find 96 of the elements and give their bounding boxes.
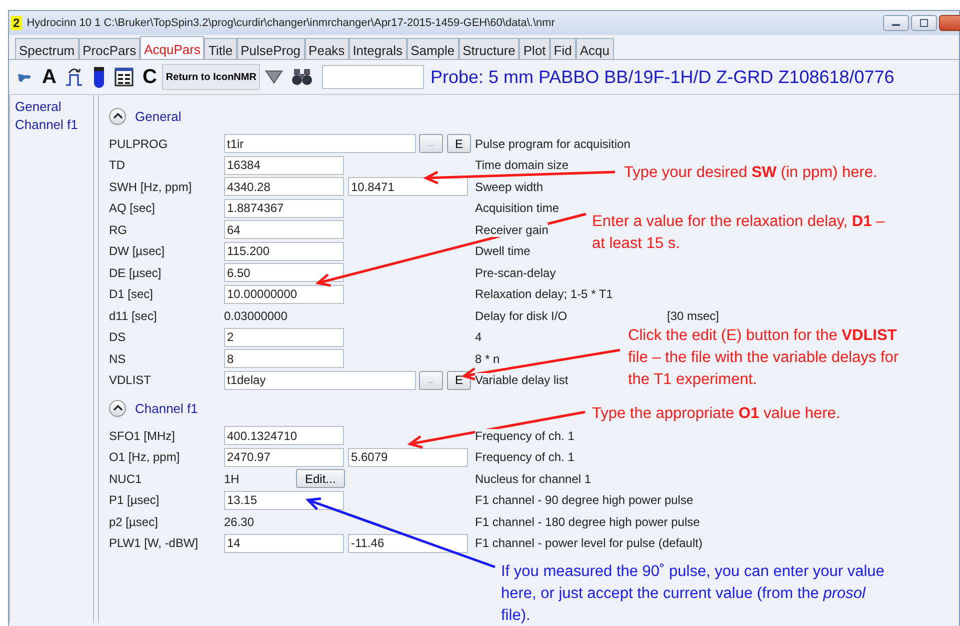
parameter-description: Pre-scan-delay — [475, 266, 556, 280]
parameter-description: Time domain size — [475, 158, 569, 172]
browse-button[interactable]: ... — [419, 134, 443, 154]
tab[interactable]: Integrals — [348, 38, 407, 59]
parameter-value: 1H — [224, 472, 240, 486]
tab[interactable]: PulseProg — [236, 38, 305, 59]
parameter-label: DW [µsec] — [109, 244, 166, 258]
value-field[interactable]: 64 — [224, 220, 344, 240]
callout-text: Type the appropriate O1 value here. — [592, 404, 840, 424]
clear-button[interactable]: C — [139, 64, 160, 90]
text-button[interactable]: A — [39, 64, 60, 90]
maximize-icon — [918, 18, 930, 28]
callout-text: If you measured the 90˚ pulse, you can enter your value here, or just accept the current value (from the prosol file). — [501, 562, 884, 626]
parameter-note: [30 msec] — [667, 308, 720, 323]
parameter-description: F1 channel - power level for pulse (default) — [475, 536, 702, 550]
value-field[interactable]: 10.00000000 — [224, 284, 344, 304]
search-field[interactable] — [322, 65, 424, 89]
value-field[interactable]: t1ir — [224, 134, 416, 154]
parameter-label: DE [µsec] — [109, 266, 162, 280]
tab[interactable]: Sample — [406, 38, 459, 59]
value-field[interactable]: 5.6079 — [348, 448, 468, 467]
section-title: Channel f1 — [135, 400, 198, 416]
parameter-label: PLW1 [W, -dBW] — [109, 536, 200, 550]
tab[interactable]: Structure — [458, 38, 520, 59]
parameter-description: Acquisition time — [475, 201, 560, 216]
edit-button[interactable]: E — [447, 370, 471, 390]
edit-button[interactable]: Edit... — [296, 469, 345, 488]
tab[interactable]: Spectrum — [15, 38, 79, 59]
parameter-label: NS — [109, 352, 127, 366]
close-button[interactable] — [939, 15, 960, 31]
parameter-description: Receiver gain — [475, 222, 548, 237]
parameter-description: Pulse program for acquisition — [475, 136, 630, 151]
parameter-label: O1 [Hz, ppm] — [109, 450, 181, 464]
callout-text: Enter a value for the relaxation delay, D1 – at least 15 s. — [592, 212, 885, 254]
value-field[interactable]: 10.8471 — [348, 177, 468, 196]
parameter-label: AQ [sec] — [109, 201, 156, 216]
tab[interactable]: Plot — [519, 38, 550, 59]
collapse-icon[interactable] — [109, 400, 126, 416]
parameter-label: SWH [Hz, ppm] — [109, 180, 193, 194]
maximize-button[interactable] — [911, 15, 937, 31]
edit-button[interactable]: E — [447, 134, 471, 154]
parameter-description: F1 channel - 90 degree high power pulse — [475, 493, 694, 508]
tab[interactable]: AcquPars — [140, 36, 204, 59]
parameter-label: D1 [sec] — [109, 287, 154, 302]
value-field[interactable]: -11.46 — [348, 534, 468, 553]
value-field[interactable]: 14 — [224, 534, 344, 553]
parameter-label: SFO1 [MHz] — [109, 428, 176, 443]
parameter-description: Frequency of ch. 1 — [475, 450, 574, 464]
parameter-description: Delay for disk I/O — [475, 308, 568, 323]
value-field[interactable]: 16384 — [224, 156, 344, 175]
parameter-description: 8 * n — [475, 352, 500, 366]
parameter-description: Sweep width — [475, 180, 544, 194]
value-field[interactable]: 2470.97 — [224, 448, 344, 467]
tab[interactable]: Peaks — [304, 38, 349, 59]
parameter-label: PULPROG — [109, 136, 169, 151]
parameter-description: Dwell time — [475, 244, 530, 258]
tab[interactable]: Acqu — [576, 38, 614, 59]
parameter-description: Frequency of ch. 1 — [475, 428, 574, 443]
value-field[interactable]: 1.8874367 — [224, 198, 344, 218]
value-field[interactable]: 8 — [224, 349, 344, 368]
parameter-description: Nucleus for channel 1 — [475, 472, 592, 486]
probe-label: Probe: 5 mm PABBO BB/19F-1H/D Z-GRD Z108618/0776 — [430, 66, 894, 88]
parameter-label: DS — [109, 330, 127, 344]
value-field[interactable]: 4340.28 — [224, 177, 344, 196]
return-button[interactable]: Return to IconNMR — [162, 64, 260, 90]
parameter-value: 26.30 — [224, 514, 254, 529]
value-field[interactable]: 2 — [224, 328, 344, 347]
value-field[interactable]: 400.1324710 — [224, 426, 344, 446]
minimize-button[interactable] — [883, 15, 909, 31]
window-title: Hydrocinn 10 1 C:\Bruker\TopSpin3.2\prog\curdir\changer\inmrchanger\Apr17-2015-1459-GEH\60\data\.\nmr — [26, 17, 556, 29]
callout-text: Type your desired SW (in ppm) here. — [624, 163, 878, 183]
parameter-label: TD — [109, 158, 126, 172]
parameter-description: Relaxation delay; 1-5 * T1 — [475, 287, 613, 302]
parameter-description: F1 channel - 180 degree high power pulse — [475, 514, 700, 529]
parameter-label: NUC1 — [109, 472, 143, 486]
tab[interactable]: ProcPars — [78, 38, 140, 59]
value-field[interactable]: 6.50 — [224, 263, 344, 282]
parameter-description: Variable delay list — [475, 373, 568, 388]
parameter-value: 0.03000000 — [224, 308, 288, 323]
tab[interactable]: Title — [204, 38, 237, 59]
parameter-label: RG — [109, 222, 128, 237]
window-number-badge: 2 — [11, 16, 22, 30]
sidebar-item[interactable]: Channel f1 — [15, 117, 78, 132]
value-field[interactable]: 115.200 — [224, 242, 344, 261]
parameter-label: d11 [sec] — [109, 308, 158, 323]
parameter-label: P1 [µsec] — [109, 493, 160, 508]
collapse-icon[interactable] — [109, 108, 126, 124]
callout-text: Click the edit (E) button for the VDLIST file – the file with the variable delays for the T1 experiment. — [628, 326, 899, 390]
section-title: General — [135, 108, 182, 124]
browse-button[interactable]: ... — [419, 370, 443, 390]
sidebar-item[interactable]: General — [15, 99, 62, 114]
parameter-label: VDLIST — [109, 373, 152, 388]
tab[interactable]: Fid — [550, 38, 576, 59]
value-field[interactable]: t1delay — [224, 370, 416, 390]
value-field[interactable]: 13.15 — [224, 490, 344, 510]
parameter-label: p2 [µsec] — [109, 514, 159, 529]
